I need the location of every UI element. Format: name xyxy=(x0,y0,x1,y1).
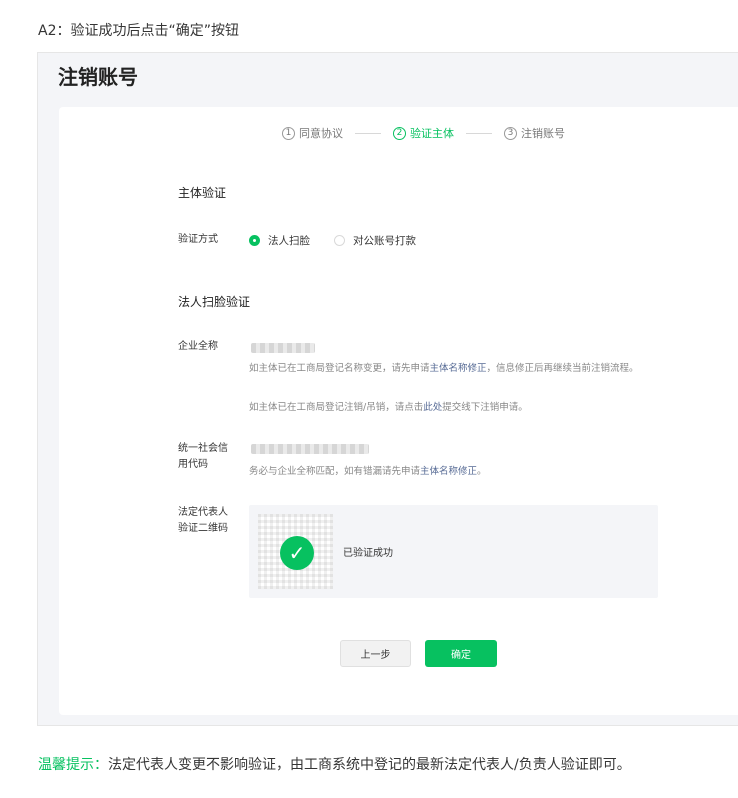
hint-text: 。 xyxy=(477,466,487,477)
qr-label-line1: 法定代表人 xyxy=(178,507,228,518)
tip-label: 温馨提示： xyxy=(38,757,108,773)
credit-label-line1: 统一社会信 xyxy=(178,443,228,454)
hint-text: 如主体已在工商局登记名称变更，请先申请 xyxy=(249,363,430,374)
warm-tip: 温馨提示：法定代表人变更不影响验证，由工商系统中登记的最新法定代表人/负责人验证… xyxy=(38,754,631,774)
step-3-label: 注销账号 xyxy=(521,127,565,140)
step-3-number: 3 xyxy=(504,126,517,140)
credit-code-value-blurred xyxy=(251,444,369,454)
radio-bank-label: 对公账号打款 xyxy=(353,235,416,247)
section-title-face: 法人扫脸验证 xyxy=(178,295,251,309)
step-1-number: 1 xyxy=(282,126,295,140)
radio-checked-icon[interactable] xyxy=(249,235,260,246)
form-card: 1 同意协议 2 验证主体 3 注销账号 主体验证 验证方式 法人扫脸 对公账号… xyxy=(59,107,738,715)
method-label: 验证方式 xyxy=(178,234,218,245)
step-3: 3 注销账号 xyxy=(504,125,565,141)
legal-qr-label: 法定代表人 验证二维码 xyxy=(178,505,228,537)
qr-code-image: ✓ xyxy=(258,514,333,589)
verify-status-text: 已验证成功 xyxy=(343,548,393,559)
hint-text: 如主体已在工商局登记注销/吊销，请点击 xyxy=(249,402,424,413)
prev-step-button[interactable]: 上一步 xyxy=(340,640,411,667)
radio-option-face[interactable]: 法人扫脸 xyxy=(249,233,310,248)
hint-text: 务必与企业全称匹配，如有错漏请先申请 xyxy=(249,466,421,477)
success-check-icon: ✓ xyxy=(280,536,314,570)
company-hint-rename: 如主体已在工商局登记名称变更，请先申请主体名称修正，信息修正后再继续当前注销流程… xyxy=(249,361,663,377)
company-label: 企业全称 xyxy=(178,341,218,352)
offline-cancel-link[interactable]: 此处 xyxy=(423,402,442,413)
stepper: 1 同意协议 2 验证主体 3 注销账号 xyxy=(282,123,565,143)
page-title: 注销账号 xyxy=(58,65,138,89)
confirm-button[interactable]: 确定 xyxy=(425,640,497,667)
page-container: 注销账号 1 同意协议 2 验证主体 3 注销账号 主体验证 验证方式 法人扫脸 xyxy=(37,52,738,726)
company-hint-cancel: 如主体已在工商局登记注销/吊销，请点击此处提交线下注销申请。 xyxy=(249,400,663,416)
subject-name-fix-link[interactable]: 主体名称修正 xyxy=(430,363,487,374)
section-title-subject: 主体验证 xyxy=(178,186,227,200)
step-divider xyxy=(466,132,492,134)
step-1-label: 同意协议 xyxy=(299,127,343,140)
qr-label-line2: 验证二维码 xyxy=(178,523,228,534)
step-divider xyxy=(355,132,381,134)
credit-label-line2: 用代码 xyxy=(178,459,208,470)
intro-text: A2：验证成功后点击“确定”按钮 xyxy=(38,23,239,39)
credit-hint: 务必与企业全称匹配，如有错漏请先申请主体名称修正。 xyxy=(249,464,663,480)
step-2-label: 验证主体 xyxy=(410,127,454,140)
step-2-number: 2 xyxy=(393,126,406,140)
hint-text: ，信息修正后再继续当前注销流程。 xyxy=(486,363,639,374)
company-name-value-blurred xyxy=(251,343,315,353)
subject-name-fix-link-2[interactable]: 主体名称修正 xyxy=(420,466,477,477)
step-2: 2 验证主体 xyxy=(393,125,454,141)
radio-face-label: 法人扫脸 xyxy=(268,235,310,247)
step-1: 1 同意协议 xyxy=(282,125,343,141)
hint-text: 提交线下注销申请。 xyxy=(442,402,528,413)
credit-code-label: 统一社会信 用代码 xyxy=(178,441,228,473)
method-radio-group: 法人扫脸 对公账号打款 xyxy=(249,233,440,248)
radio-option-bank[interactable]: 对公账号打款 xyxy=(334,233,416,248)
radio-unchecked-icon[interactable] xyxy=(334,235,345,246)
tip-text: 法定代表人变更不影响验证，由工商系统中登记的最新法定代表人/负责人验证即可。 xyxy=(108,757,631,773)
qr-verify-panel: ✓ 已验证成功 xyxy=(249,505,658,598)
